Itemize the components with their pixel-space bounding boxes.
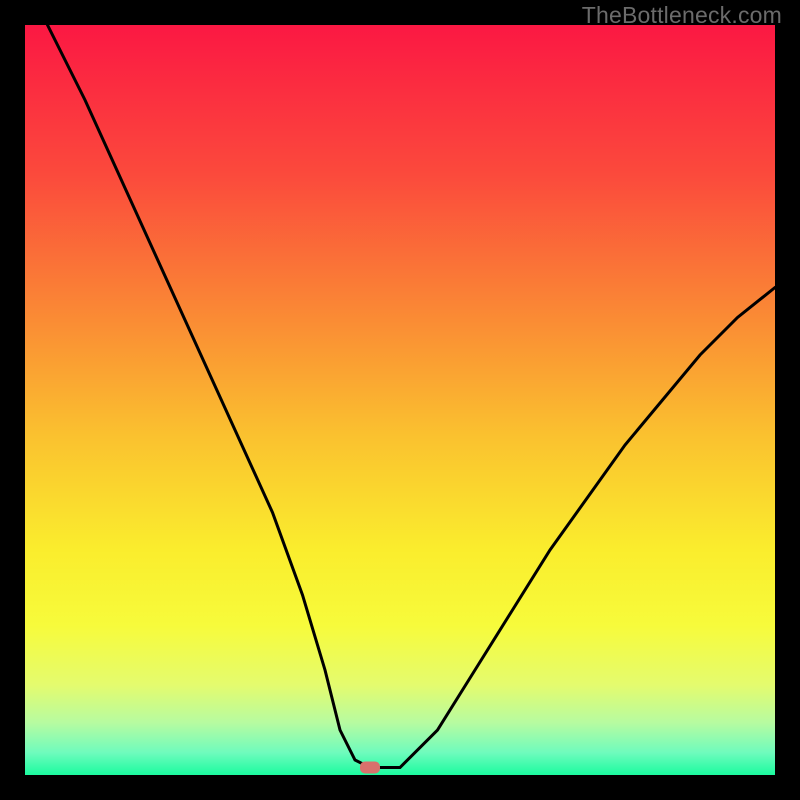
watermark-text: TheBottleneck.com <box>582 2 782 29</box>
chart-frame: TheBottleneck.com <box>0 0 800 800</box>
optimum-marker <box>360 762 380 774</box>
plot-area <box>25 25 775 775</box>
bottleneck-chart <box>25 25 775 775</box>
